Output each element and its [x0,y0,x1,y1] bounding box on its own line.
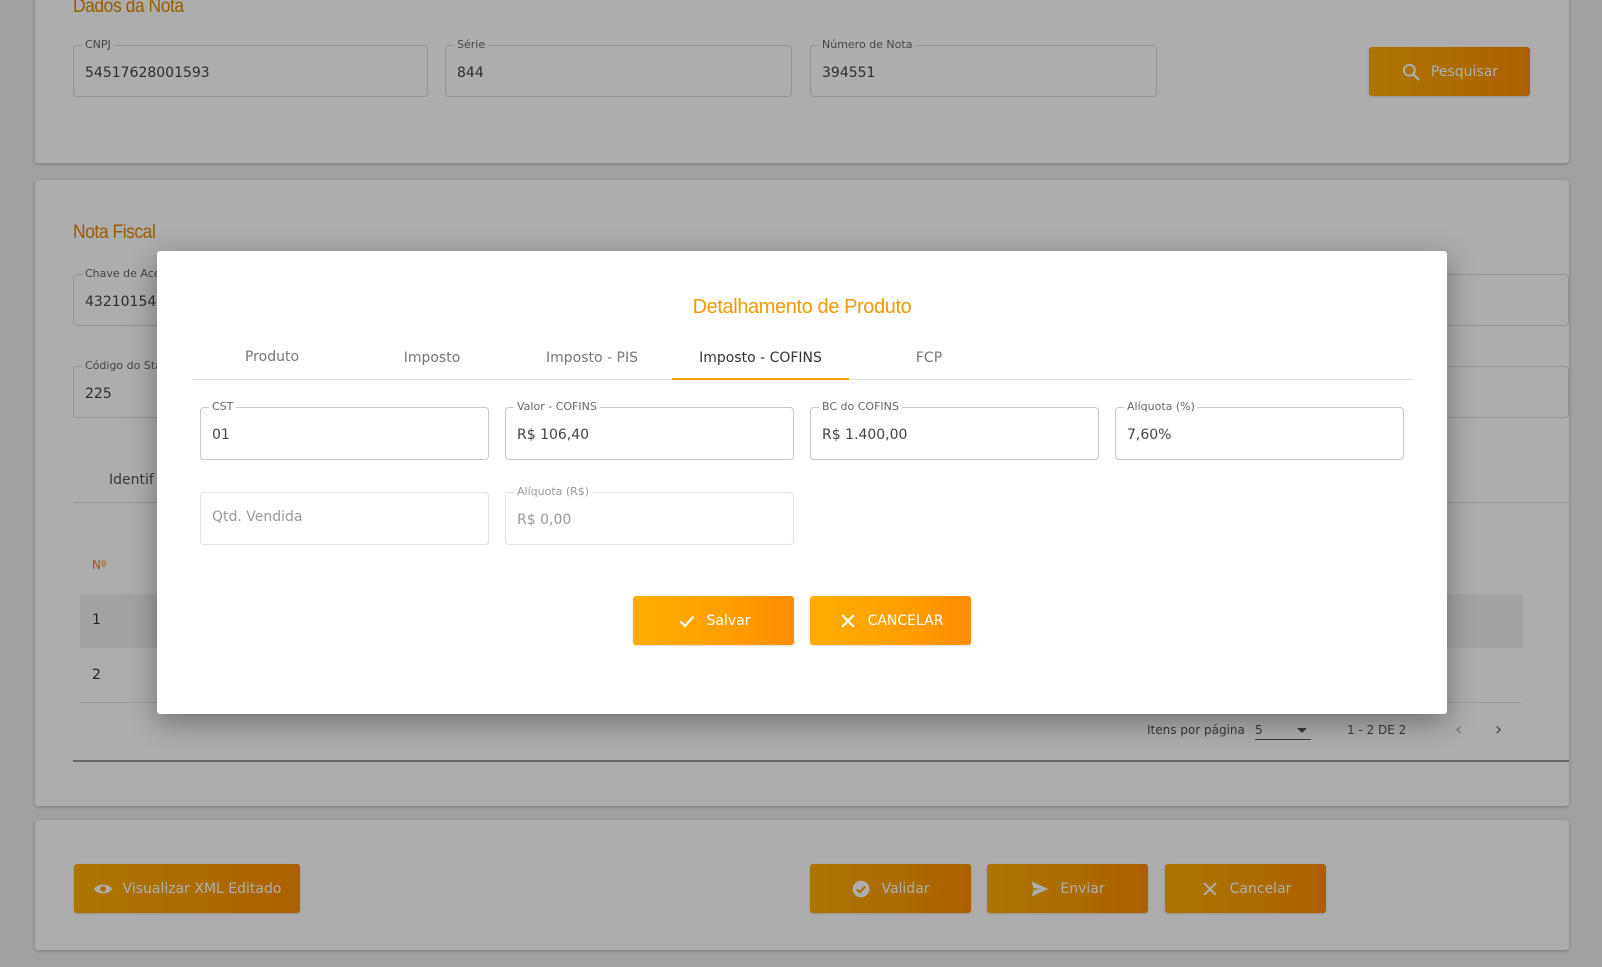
qtd-vendida-placeholder: Qtd. Vendida [212,509,303,525]
modal-title: Detalhamento de Produto [692,296,912,318]
salvar-label: Salvar [706,612,751,629]
bc-cofins-field[interactable]: BC do COFINS R$ 1.400,00 [810,400,1099,460]
bc-cofins-label: BC do COFINS [819,400,902,414]
check-icon [679,615,694,628]
valor-cofins-field[interactable]: Valor - COFINS R$ 106,40 [505,400,794,460]
tab-imposto[interactable]: Imposto [352,339,512,380]
modal-tabs: Produto Imposto Imposto - PIS Imposto - … [192,339,1412,380]
tab-imposto-pis[interactable]: Imposto - PIS [512,339,672,380]
cst-label: CST [209,400,237,414]
valor-cofins-value: R$ 106,40 [517,427,590,443]
aliquota-reais-label: Alíquota (R$) [514,485,593,499]
salvar-button[interactable]: Salvar [633,596,794,645]
detalhamento-produto-dialog: Detalhamento de Produto Produto Imposto … [157,251,1447,714]
modal-cancelar-button[interactable]: CANCELAR [810,596,971,645]
qtd-vendida-field[interactable]: Qtd. Vendida [200,492,489,545]
cst-field[interactable]: CST 01 [200,400,489,460]
aliquota-percent-value: 7,60% [1127,427,1172,443]
tab-imposto-cofins[interactable]: Imposto - COFINS [672,339,849,380]
modal-cancelar-label: CANCELAR [867,612,944,629]
bc-cofins-value: R$ 1.400,00 [822,427,908,443]
valor-cofins-label: Valor - COFINS [514,400,600,414]
cst-value: 01 [212,427,230,443]
tab-fcp[interactable]: FCP [849,339,1009,380]
tab-produto[interactable]: Produto [192,338,352,379]
close-icon [840,613,855,628]
aliquota-reais-field[interactable]: Alíquota (R$) R$ 0,00 [505,485,794,545]
aliquota-reais-value: R$ 0,00 [517,512,572,528]
aliquota-percent-field[interactable]: Alíquota (%) 7,60% [1115,400,1404,460]
aliquota-percent-label: Alíquota (%) [1124,400,1198,414]
